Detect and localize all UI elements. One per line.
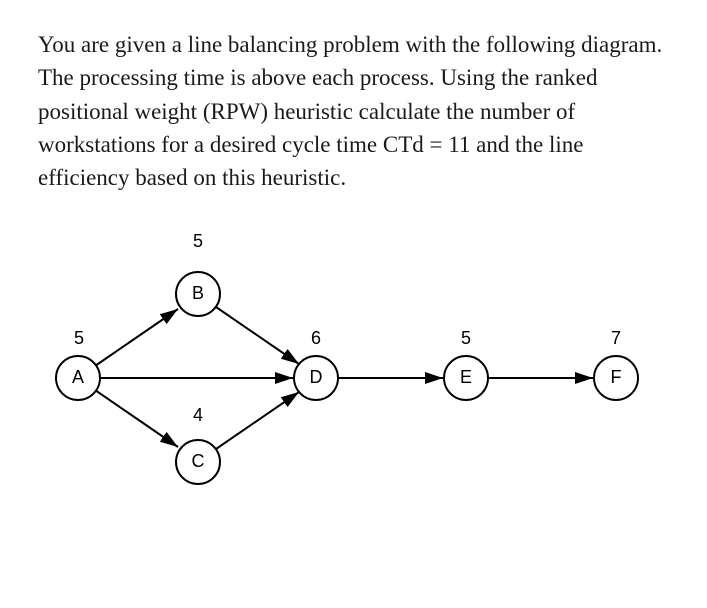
diagram-edges [38, 215, 678, 525]
time-label-f: 7 [611, 328, 621, 349]
precedence-diagram: 5 A 5 B 4 C 6 D 5 E 7 F [38, 215, 678, 525]
node-a: A [55, 355, 101, 401]
time-label-e: 5 [461, 328, 471, 349]
node-d: D [293, 355, 339, 401]
node-f: F [593, 355, 639, 401]
time-label-c: 4 [193, 405, 203, 426]
time-label-a: 5 [74, 328, 84, 349]
node-c: C [175, 439, 221, 485]
time-label-b: 5 [193, 231, 203, 252]
problem-statement: You are given a line balancing problem w… [38, 28, 669, 195]
node-e: E [443, 355, 489, 401]
time-label-d: 6 [311, 328, 321, 349]
node-b: B [175, 271, 221, 317]
